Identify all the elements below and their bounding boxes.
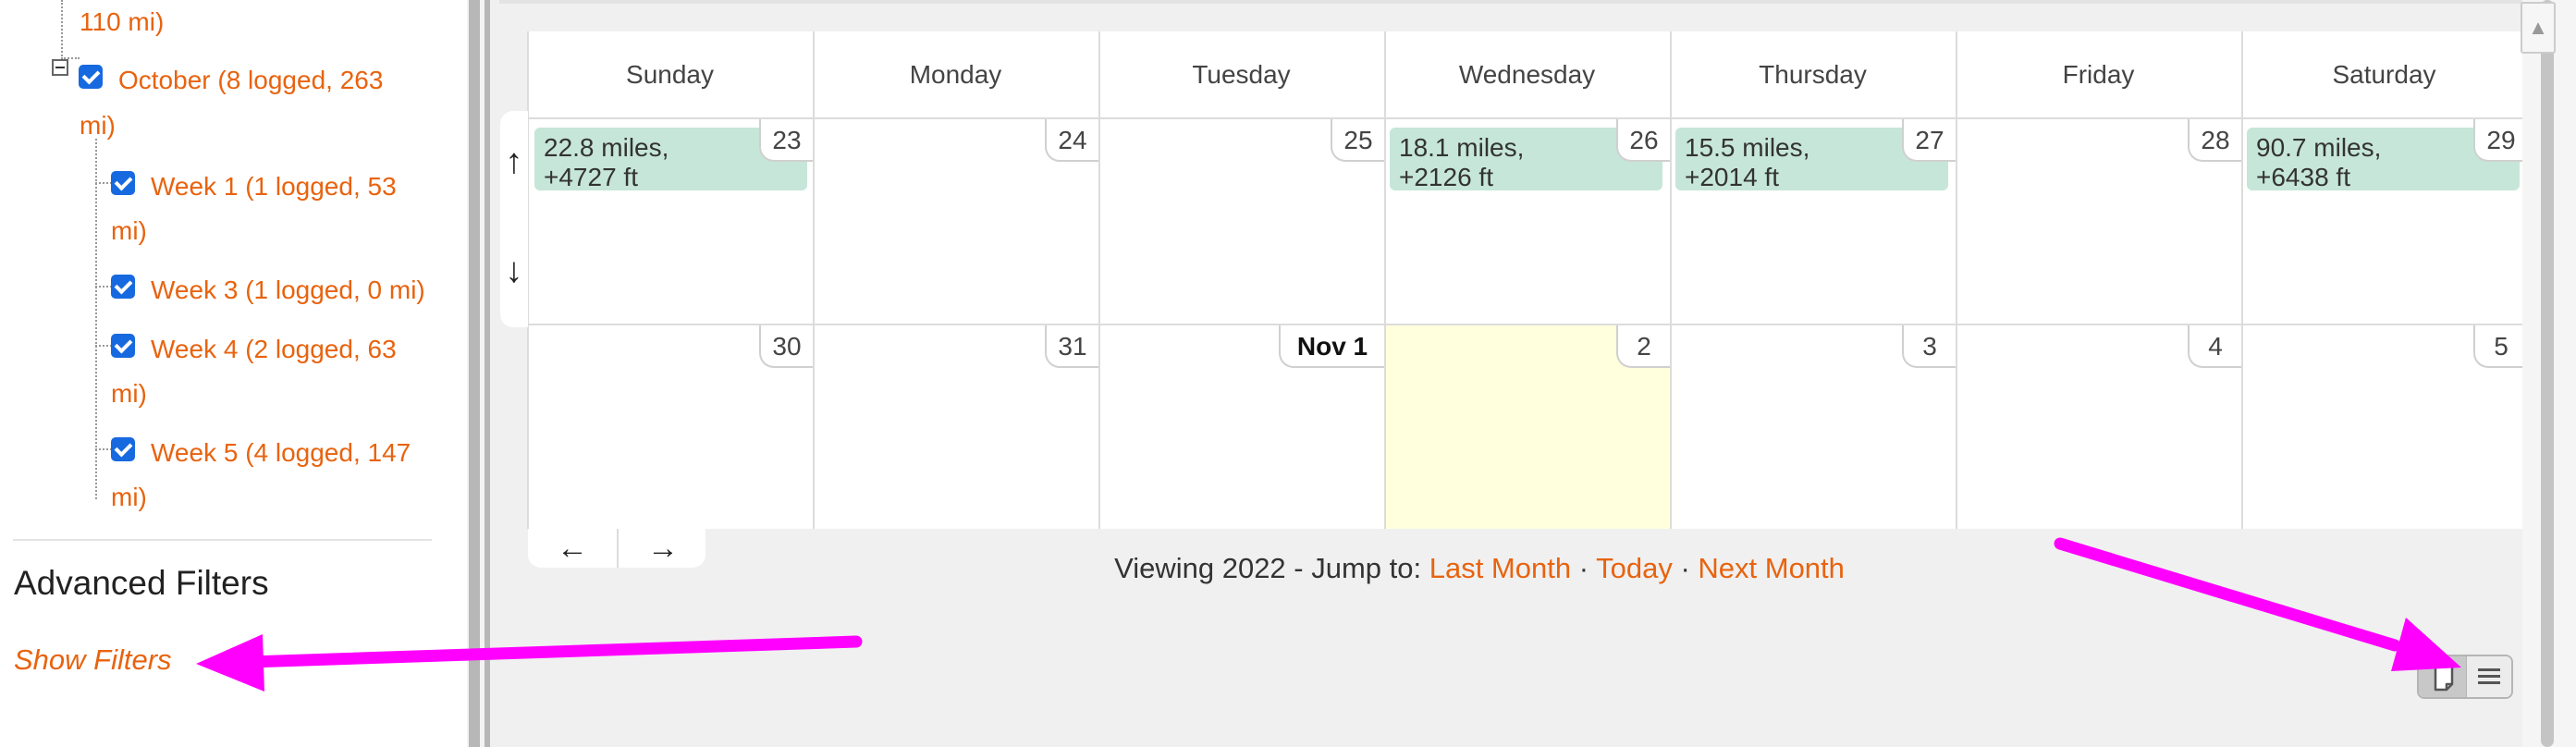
pane-splitter-handle[interactable]: [469, 0, 480, 747]
week-up-arrow-icon[interactable]: ↑: [500, 142, 528, 182]
tree-line: [61, 0, 63, 59]
tree-line: [95, 139, 97, 499]
event-elevation: +4727 ft: [544, 163, 638, 191]
grid-line: [1956, 31, 1957, 529]
week5-checkbox[interactable]: [111, 437, 135, 461]
viewing-jump-bar: Viewing 2022 - Jump to: Last Month · Tod…: [1017, 552, 1942, 585]
grid-line: [2241, 31, 2243, 529]
grid-line: [1670, 31, 1672, 529]
view-toggle: [2417, 655, 2513, 699]
advanced-filters-title: Advanced Filters: [14, 564, 269, 602]
collapse-toggle-icon[interactable]: [52, 59, 68, 76]
week3-checkbox[interactable]: [111, 275, 135, 299]
tree-item-week4-cont[interactable]: mi): [111, 372, 147, 416]
date-badge[interactable]: 27: [1902, 119, 1956, 162]
date-badge[interactable]: 31: [1045, 325, 1098, 368]
today-link[interactable]: Today: [1596, 552, 1673, 584]
date-badge[interactable]: 29: [2473, 119, 2527, 162]
event-elevation: +2126 ft: [1399, 163, 1493, 191]
tree-item-week1-cont[interactable]: mi): [111, 209, 147, 253]
sidebar: 110 mi) October (8 logged, 263 mi) Week …: [0, 0, 467, 747]
day-header-thursday: Thursday: [1671, 31, 1955, 118]
date-badge[interactable]: 26: [1616, 119, 1670, 162]
grid-line: [1098, 31, 1100, 529]
grid-line: [813, 31, 815, 529]
date-badge[interactable]: 2: [1616, 325, 1670, 368]
calendar-page-icon: [2434, 664, 2454, 692]
tree-item-week4[interactable]: Week 4 (2 logged, 63: [151, 327, 397, 372]
tree-item-week1[interactable]: Week 1 (1 logged, 53: [151, 165, 397, 209]
date-badge[interactable]: 25: [1331, 119, 1384, 162]
date-badge[interactable]: 23: [759, 119, 813, 162]
calendar-view-button[interactable]: [2419, 656, 2467, 697]
viewing-label: Viewing 2022 - Jump to:: [1114, 552, 1429, 584]
week4-checkbox[interactable]: [111, 334, 135, 358]
tree-item-week3[interactable]: Week 3 (1 logged, 0 mi): [151, 268, 425, 312]
show-filters-link[interactable]: Show Filters: [14, 643, 172, 677]
tree-line: [95, 182, 112, 184]
day-header-monday: Monday: [814, 31, 1098, 118]
event-elevation: +2014 ft: [1685, 163, 1779, 191]
tree-line: [95, 448, 112, 450]
tree-line: [95, 286, 112, 288]
main-top-border: [499, 0, 2524, 4]
week-down-arrow-icon[interactable]: ↓: [500, 251, 528, 291]
scrollbar-thumb[interactable]: [2541, 0, 2554, 747]
october-checkbox[interactable]: [79, 65, 103, 89]
tree-item-october[interactable]: October (8 logged, 263: [118, 58, 383, 103]
date-badge[interactable]: 3: [1902, 325, 1956, 368]
previous-month-arrow-icon[interactable]: ←: [528, 529, 617, 568]
last-month-link[interactable]: Last Month: [1429, 552, 1571, 584]
day-header-sunday: Sunday: [527, 31, 813, 118]
event-distance: 18.1 miles,: [1399, 133, 1525, 162]
date-badge[interactable]: 5: [2473, 325, 2527, 368]
sidebar-divider: [13, 539, 432, 541]
day-header-tuesday: Tuesday: [1099, 31, 1383, 118]
list-view-button[interactable]: [2467, 656, 2511, 697]
day-header-friday: Friday: [1957, 31, 2240, 118]
tree-item-label[interactable]: 110 mi): [80, 0, 164, 44]
date-badge[interactable]: Nov 1: [1279, 325, 1384, 368]
event-elevation: +6438 ft: [2256, 163, 2350, 191]
list-lines-icon: [2478, 668, 2500, 684]
week1-checkbox[interactable]: [111, 171, 135, 195]
event-distance: 90.7 miles,: [2256, 133, 2382, 162]
date-badge[interactable]: 28: [2188, 119, 2241, 162]
grid-line: [1384, 31, 1386, 529]
next-month-link[interactable]: Next Month: [1698, 552, 1845, 584]
tree-line: [95, 345, 112, 347]
tree-item-october-cont[interactable]: mi): [80, 104, 116, 148]
link-separator: ·: [1672, 552, 1699, 584]
date-badge[interactable]: 30: [759, 325, 813, 368]
event-distance: 15.5 miles,: [1685, 133, 1810, 162]
tree-item-week5-cont[interactable]: mi): [111, 475, 147, 520]
next-month-arrow-icon[interactable]: →: [619, 529, 707, 568]
date-badge[interactable]: 4: [2188, 325, 2241, 368]
link-separator: ·: [1571, 552, 1597, 584]
day-header-saturday: Saturday: [2242, 31, 2526, 118]
scroll-up-arrow-icon[interactable]: ▲: [2521, 2, 2556, 54]
tree-item-week5[interactable]: Week 5 (4 logged, 147: [151, 431, 411, 475]
day-header-wednesday: Wednesday: [1385, 31, 1669, 118]
date-badge[interactable]: 24: [1045, 119, 1098, 162]
